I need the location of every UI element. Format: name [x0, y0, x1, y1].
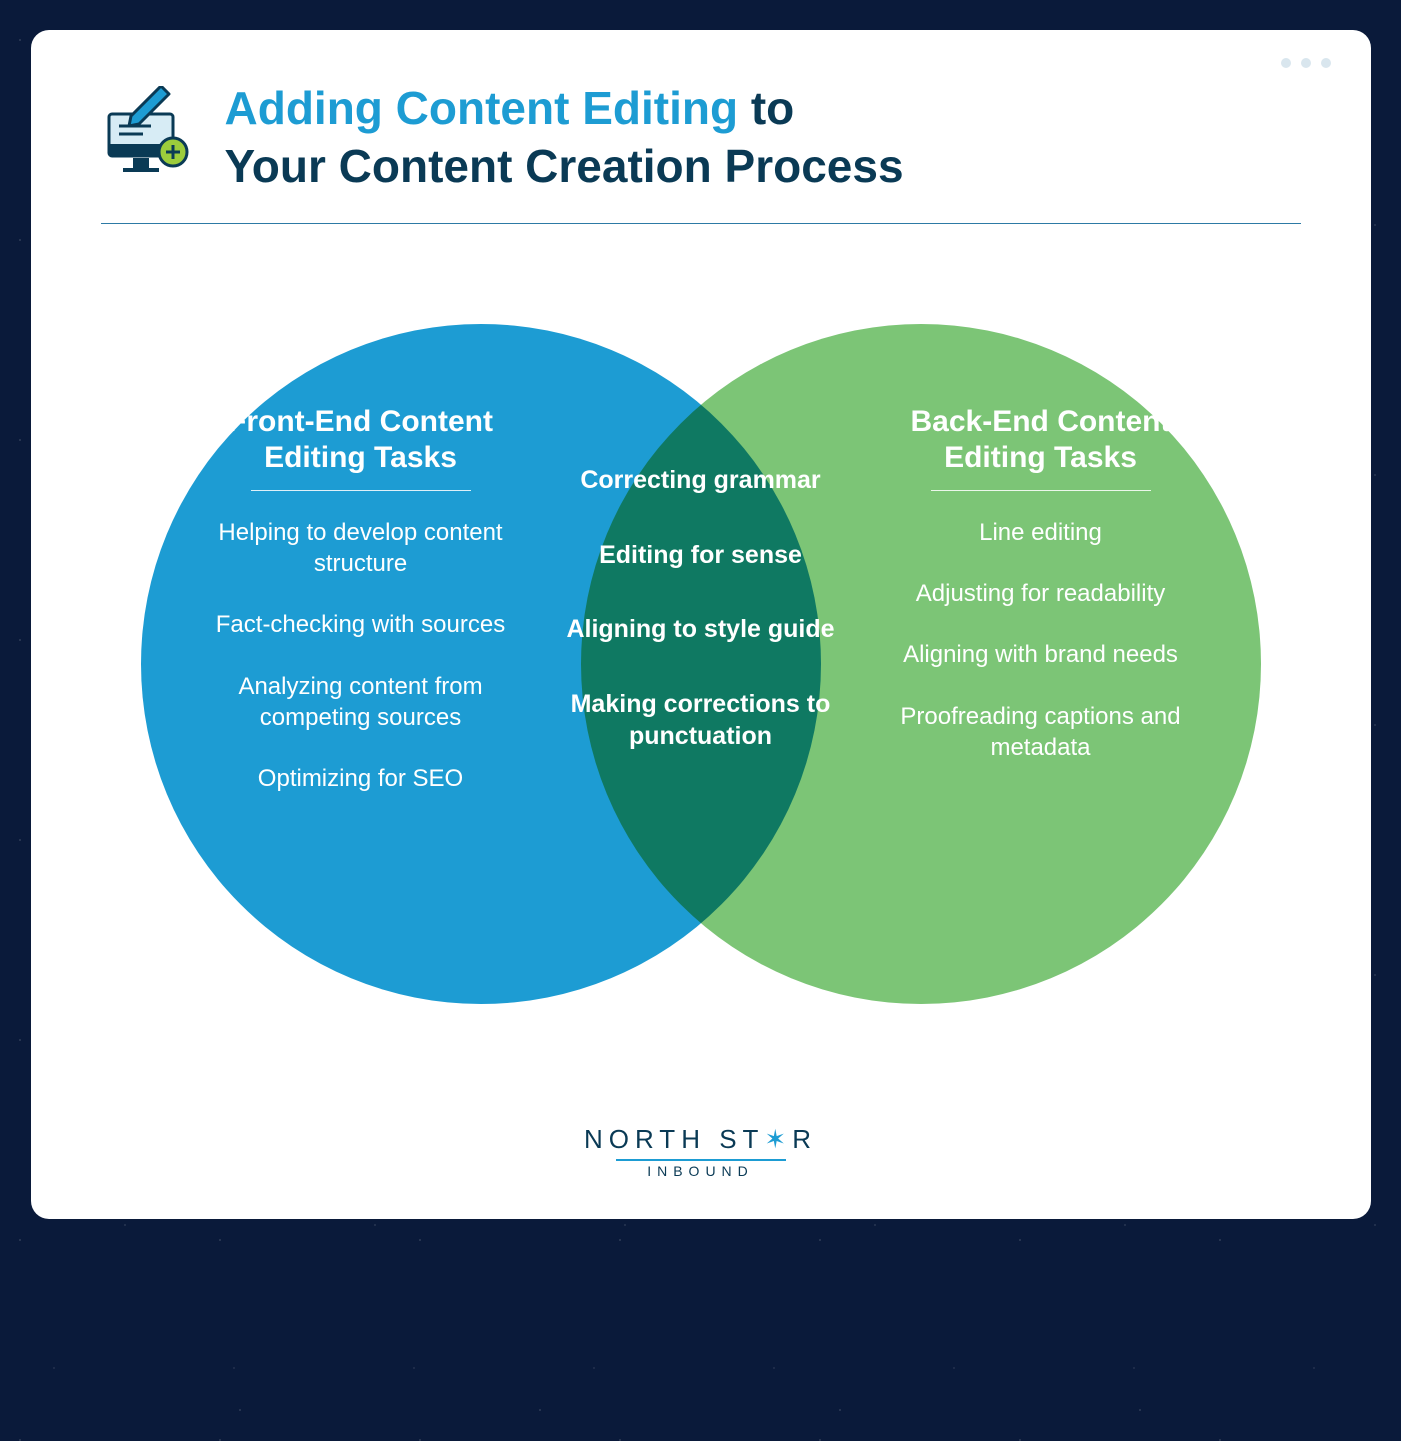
- window-dot-icon: [1321, 58, 1331, 68]
- brand-name: NORTH ST✶R: [101, 1124, 1301, 1155]
- brand-underline: [616, 1159, 786, 1161]
- brand-right: R: [792, 1124, 817, 1154]
- venn-right-content: Back-End Content Editing Tasks Line edit…: [891, 404, 1191, 793]
- footer-logo: NORTH ST✶R INBOUND: [101, 1124, 1301, 1179]
- list-item: Proofreading captions and metadata: [891, 701, 1191, 763]
- list-item: Helping to develop content structure: [211, 517, 511, 579]
- window-dots: [1281, 58, 1331, 68]
- list-item: Analyzing content from competing sources: [211, 671, 511, 733]
- list-item: Line editing: [891, 517, 1191, 548]
- title-accent: Adding Content Editing: [225, 82, 739, 134]
- venn-middle-content: Correcting grammar Editing for sense Ali…: [551, 464, 851, 795]
- venn-left-content: Front-End Content Editing Tasks Helping …: [211, 404, 511, 824]
- venn-middle-list: Correcting grammar Editing for sense Ali…: [551, 464, 851, 753]
- star-icon: ✶: [764, 1124, 792, 1154]
- infographic-card: Adding Content Editing to Your Content C…: [31, 30, 1371, 1219]
- editing-monitor-icon: [101, 86, 197, 187]
- header: Adding Content Editing to Your Content C…: [101, 80, 1301, 195]
- header-divider: [101, 223, 1301, 224]
- window-dot-icon: [1281, 58, 1291, 68]
- list-item: Aligning to style guide: [551, 613, 851, 646]
- page-title: Adding Content Editing to Your Content C…: [225, 80, 904, 195]
- heading-underline: [931, 490, 1151, 491]
- venn-diagram: Front-End Content Editing Tasks Helping …: [141, 274, 1261, 1094]
- list-item: Correcting grammar: [551, 464, 851, 497]
- window-dot-icon: [1301, 58, 1311, 68]
- list-item: Aligning with brand needs: [891, 639, 1191, 670]
- venn-left-heading: Front-End Content Editing Tasks: [211, 404, 511, 476]
- list-item: Editing for sense: [551, 539, 851, 572]
- brand-left: NORTH ST: [584, 1124, 764, 1154]
- title-connector: to: [738, 82, 794, 134]
- heading-underline: [251, 490, 471, 491]
- list-item: Optimizing for SEO: [211, 763, 511, 794]
- venn-right-list: Line editing Adjusting for readability A…: [891, 517, 1191, 763]
- venn-left-list: Helping to develop content structure Fac…: [211, 517, 511, 794]
- brand-subtitle: INBOUND: [101, 1163, 1301, 1179]
- list-item: Adjusting for readability: [891, 578, 1191, 609]
- venn-right-heading: Back-End Content Editing Tasks: [891, 404, 1191, 476]
- list-item: Making corrections to punctuation: [551, 688, 851, 753]
- list-item: Fact-checking with sources: [211, 609, 511, 640]
- title-rest: Your Content Creation Process: [225, 140, 904, 192]
